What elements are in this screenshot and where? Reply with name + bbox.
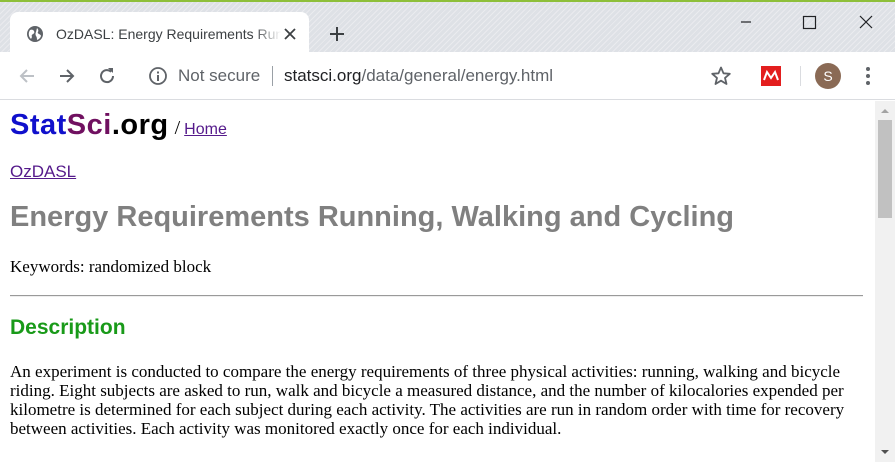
- url-field[interactable]: statsci.org/data/general/energy.html: [284, 66, 553, 86]
- address-separator: [272, 66, 273, 86]
- info-icon[interactable]: [148, 66, 168, 86]
- page-viewport: StatSci.org / Home OzDASL Energy Requireme…: [0, 101, 875, 462]
- url-host: statsci.org: [284, 66, 362, 85]
- tab-close-icon[interactable]: [282, 26, 298, 42]
- kebab-menu-icon[interactable]: [858, 65, 878, 87]
- logo-part-stat: Stat: [10, 109, 67, 141]
- description-heading: Description: [10, 316, 126, 339]
- browser-toolbar: Not secure statsci.org/data/general/ener…: [0, 52, 895, 100]
- home-link[interactable]: Home: [184, 121, 227, 138]
- back-arrow-icon[interactable]: [16, 65, 38, 87]
- scrollbar-thumb[interactable]: [878, 120, 892, 218]
- maximize-icon[interactable]: [789, 10, 829, 34]
- bookmark-star-icon[interactable]: [710, 65, 732, 87]
- ozdasl-link[interactable]: OzDASL: [10, 162, 76, 182]
- horizontal-rule: [10, 295, 863, 297]
- site-logo[interactable]: StatSci.org: [10, 109, 169, 141]
- tab-active[interactable]: OzDASL: Energy Requirements Running, Wal…: [10, 12, 309, 54]
- extension-icon[interactable]: [761, 66, 781, 86]
- tab-strip: OzDASL: Energy Requirements Running, Wal…: [0, 0, 895, 54]
- url-path: /data/general/energy.html: [361, 66, 554, 85]
- security-label[interactable]: Not secure: [178, 66, 260, 86]
- keywords-text: Keywords: randomized block: [10, 257, 212, 276]
- toolbar-separator: [800, 66, 801, 86]
- tab-title: OzDASL: Energy Requirements Running, Wal…: [56, 26, 281, 42]
- logo-part-sci: Sci: [66, 109, 112, 141]
- breadcrumb-separator: /: [174, 117, 181, 139]
- site-header: StatSci.org / Home: [10, 109, 227, 143]
- vertical-scrollbar[interactable]: [875, 101, 895, 462]
- minimize-icon[interactable]: [726, 10, 766, 34]
- close-icon[interactable]: [846, 10, 886, 34]
- scroll-up-arrow-icon[interactable]: [879, 107, 891, 115]
- reload-icon[interactable]: [96, 65, 118, 87]
- scroll-down-arrow-icon[interactable]: [879, 448, 891, 456]
- page-title: Energy Requirements Running, Walking and…: [10, 201, 735, 233]
- forward-arrow-icon[interactable]: [56, 65, 78, 87]
- logo-part-org: .org: [111, 109, 169, 141]
- profile-avatar[interactable]: S: [815, 63, 841, 89]
- description-text: An experiment is conducted to compare th…: [10, 362, 845, 438]
- new-tab-icon[interactable]: [327, 24, 347, 44]
- globe-icon: [27, 26, 43, 42]
